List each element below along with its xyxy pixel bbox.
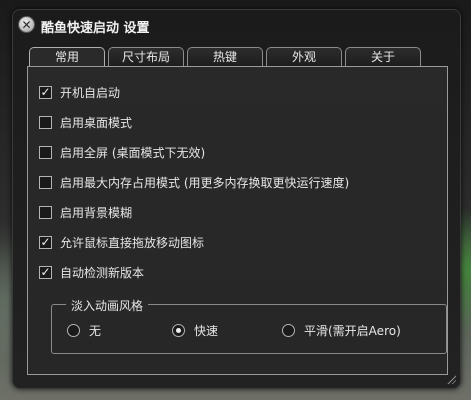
none-radio[interactable] (67, 323, 80, 337)
smooth-radio[interactable] (282, 323, 295, 337)
option-auto-update[interactable]: ✓ 自动检测新版本 (39, 264, 144, 280)
option-background-blur[interactable]: 启用背景模糊 (39, 204, 132, 220)
smooth-radio-label: 平滑(需开启Aero) (304, 323, 401, 338)
fast-radio-label: 快速 (194, 323, 219, 338)
radio-option-smooth[interactable]: 平滑(需开启Aero) (282, 322, 401, 338)
background-blur-label: 启用背景模糊 (60, 205, 133, 220)
close-icon: ✕ (21, 17, 32, 32)
tab-size-layout[interactable]: 尺寸布局 (108, 47, 184, 67)
auto-update-label: 自动检测新版本 (60, 265, 145, 280)
tab-appearance[interactable]: 外观 (266, 47, 342, 67)
option-fullscreen[interactable]: 启用全屏 (桌面模式下无效) (39, 144, 205, 160)
tab-about[interactable]: 关于 (345, 47, 421, 67)
none-radio-label: 无 (89, 323, 102, 338)
checkmark-icon: ✓ (40, 265, 51, 279)
fullscreen-checkbox[interactable] (39, 145, 52, 159)
option-desktop-mode[interactable]: 启用桌面模式 (39, 114, 132, 130)
window-title: 酷鱼快速启动 设置 (41, 21, 150, 36)
desktop-mode-label: 启用桌面模式 (60, 115, 133, 130)
drag-icons-label: 允许鼠标直接拖放移动图标 (60, 235, 205, 250)
radio-option-fast[interactable]: 快速 (172, 322, 218, 338)
animation-style-group: 淡入动画风格 无 快速 平滑(需开启Aero) (51, 297, 447, 354)
auto-update-checkbox[interactable]: ✓ (39, 265, 52, 279)
option-drag-icons[interactable]: ✓ 允许鼠标直接拖放移动图标 (39, 234, 204, 250)
desktop-mode-checkbox[interactable] (39, 115, 52, 129)
max-memory-checkbox[interactable] (39, 175, 52, 189)
resize-grip-icon[interactable] (446, 374, 456, 384)
close-button[interactable]: ✕ (18, 16, 35, 33)
fast-radio[interactable] (172, 323, 185, 337)
tab-general[interactable]: 常用 (29, 47, 105, 67)
checkmark-icon: ✓ (40, 235, 51, 249)
settings-window: ✕ 酷鱼快速启动 设置 常用 尺寸布局 热键 外观 关于 ✓ 开机自启动 启用桌… (12, 9, 461, 389)
background-blur-checkbox[interactable] (39, 205, 52, 219)
option-max-memory[interactable]: 启用最大内存占用模式 (用更多内存换取更快运行速度) (39, 174, 349, 190)
title-bar[interactable]: ✕ 酷鱼快速启动 设置 (13, 10, 460, 40)
tab-bar: 常用 尺寸布局 热键 外观 关于 (29, 47, 421, 67)
general-panel: ✓ 开机自启动 启用桌面模式 启用全屏 (桌面模式下无效) 启用最大内存占用模式… (27, 66, 448, 375)
radio-selected-dot (176, 327, 181, 333)
max-memory-label: 启用最大内存占用模式 (用更多内存换取更快运行速度) (60, 175, 350, 190)
animation-style-title: 淡入动画风格 (66, 297, 149, 314)
autostart-label: 开机自启动 (60, 85, 121, 100)
radio-option-none[interactable]: 无 (67, 322, 101, 338)
fullscreen-label: 启用全屏 (桌面模式下无效) (60, 145, 206, 160)
drag-icons-checkbox[interactable]: ✓ (39, 235, 52, 249)
checkmark-icon: ✓ (40, 85, 51, 99)
tab-hotkeys[interactable]: 热键 (187, 47, 263, 67)
option-autostart[interactable]: ✓ 开机自启动 (39, 84, 120, 100)
autostart-checkbox[interactable]: ✓ (39, 85, 52, 99)
